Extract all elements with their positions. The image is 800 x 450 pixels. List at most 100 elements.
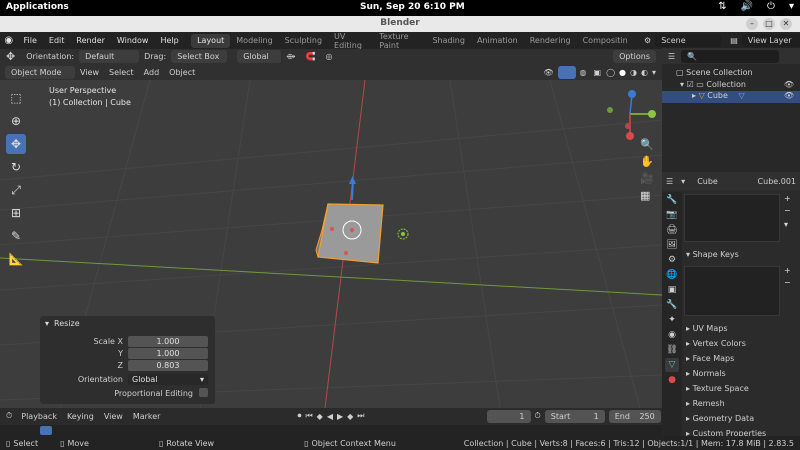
transform-orientation-dropdown[interactable]: Global <box>237 50 282 63</box>
x-handle-dot[interactable] <box>330 227 334 231</box>
maximize-button[interactable]: □ <box>763 18 775 30</box>
drag-dropdown[interactable]: Select Box <box>171 50 228 63</box>
rotate-tool-icon[interactable]: ↻ <box>6 157 26 177</box>
volume-icon[interactable]: 🔊 <box>741 1 753 12</box>
material-shading-icon[interactable]: ◑ <box>628 68 639 77</box>
world-tab-icon[interactable]: 🌐 <box>665 268 679 282</box>
menu-edit[interactable]: Edit <box>43 36 71 45</box>
annotate-tool-icon[interactable]: ✎ <box>6 226 26 246</box>
panel-face-maps[interactable]: ▸ Face Maps <box>686 354 734 363</box>
3d-viewport[interactable]: User Perspective (1) Collection | Cube ⬚… <box>0 80 662 408</box>
eye-icon[interactable]: 👁 <box>784 91 794 100</box>
proportional-editing-checkbox[interactable] <box>199 388 208 397</box>
cursor-tool-icon[interactable]: ⊕ <box>6 111 26 131</box>
vertex-groups-list[interactable] <box>684 194 780 242</box>
applications-menu[interactable]: Applications <box>6 2 69 12</box>
overlays-icon[interactable]: ◍ <box>576 68 591 77</box>
menu-render[interactable]: Render <box>70 36 110 45</box>
play-icon[interactable]: ▶ <box>335 412 345 421</box>
remove-vertex-group-icon[interactable]: − <box>784 206 791 215</box>
move-tool-icon[interactable]: ✥ <box>6 134 26 154</box>
pivot-icon[interactable]: ⟴ <box>281 52 300 61</box>
grid-view-icon[interactable]: ▦ <box>640 189 654 202</box>
view-menu[interactable]: View <box>99 412 128 421</box>
collection-checkbox-icon[interactable]: ☑ <box>687 80 694 89</box>
wireframe-shading-icon[interactable]: ◯ <box>604 68 617 77</box>
redo-panel-title[interactable]: Resize <box>54 319 80 328</box>
panel-vertex-colors[interactable]: ▸ Vertex Colors <box>686 339 746 348</box>
scale-y-field[interactable]: 1.000 <box>128 348 208 359</box>
prev-keyframe-icon[interactable]: ◆ <box>315 412 325 421</box>
outliner-search-input[interactable]: 🔍 <box>681 49 780 63</box>
tab-sculpting[interactable]: Sculpting <box>279 36 328 45</box>
scale-z-field[interactable]: 0.803 <box>128 360 208 371</box>
playback-menu[interactable]: Playback <box>16 412 62 421</box>
select-box-tool-icon[interactable]: ⬚ <box>6 88 26 108</box>
tab-uv-editing[interactable]: UV Editing <box>328 32 373 50</box>
scene-collection-item[interactable]: ▢ Scene Collection <box>676 68 753 77</box>
expand-icon[interactable]: ▾ <box>680 80 684 89</box>
menu-file[interactable]: File <box>18 36 43 45</box>
y-axis-icon[interactable] <box>648 110 656 118</box>
panel-texture-space[interactable]: ▸ Texture Space <box>686 384 749 393</box>
panel-normals[interactable]: ▸ Normals <box>686 369 726 378</box>
modifier-tab-icon[interactable]: 🔧 <box>665 298 679 312</box>
scale-tool-icon[interactable]: ⤢ <box>6 180 26 200</box>
tab-layout[interactable]: Layout <box>191 33 231 48</box>
jump-start-icon[interactable]: ⏮ <box>303 411 314 421</box>
menu-select[interactable]: Select <box>104 68 139 77</box>
cube-object[interactable] <box>317 203 384 264</box>
eye-icon[interactable]: 👁 <box>784 80 794 89</box>
move-tool-icon[interactable]: ✥ <box>0 50 21 63</box>
stopwatch-icon[interactable]: ⏱ <box>531 411 545 421</box>
tab-compositing[interactable]: Compositin <box>577 36 634 45</box>
menu-help[interactable]: Help <box>154 36 184 45</box>
cube-item[interactable]: ▸ ▽ Cube ▽ 👁 <box>662 91 800 103</box>
playhead[interactable] <box>40 426 52 435</box>
expand-icon[interactable]: ▸ <box>692 91 696 100</box>
object-tab-icon[interactable]: ▣ <box>665 283 679 297</box>
redo-panel-chevron-icon[interactable]: ▾ <box>45 319 49 328</box>
power-icon[interactable]: ⏻ <box>767 1 775 12</box>
zoom-icon[interactable]: 🔍 <box>640 138 654 151</box>
data-tab-icon[interactable]: ▽ <box>665 358 679 372</box>
properties-editor-icon[interactable]: ☰ <box>662 177 677 186</box>
rendered-shading-icon[interactable]: ◐ <box>639 68 650 77</box>
start-frame-field[interactable]: Start 1 <box>544 409 605 423</box>
close-button[interactable]: ✕ <box>780 18 792 30</box>
z-axis-icon[interactable] <box>628 90 636 98</box>
transform-tool-icon[interactable]: ⊞ <box>6 203 26 223</box>
scene-selector[interactable]: Scene <box>655 34 722 47</box>
pin-icon[interactable]: ▾ <box>677 177 689 186</box>
xray-icon[interactable]: ▣ <box>591 68 605 77</box>
tab-animation[interactable]: Animation <box>471 36 524 45</box>
output-tab-icon[interactable]: 🖨 <box>665 223 679 237</box>
z-arrow-icon[interactable] <box>349 176 356 184</box>
x-axis-icon[interactable] <box>626 132 634 140</box>
keying-menu[interactable]: Keying <box>62 412 99 421</box>
particles-tab-icon[interactable]: ✦ <box>665 313 679 327</box>
current-frame-field[interactable]: 1 <box>486 409 531 423</box>
material-tab-icon[interactable]: ● <box>665 373 679 387</box>
tab-texture-paint[interactable]: Texture Paint <box>373 32 426 50</box>
tool-tab-icon[interactable]: 🔧 <box>665 193 679 207</box>
add-vertex-group-icon[interactable]: + <box>784 194 791 203</box>
render-tab-icon[interactable]: 📷 <box>665 208 679 222</box>
shading-options-icon[interactable]: ▾ <box>650 68 662 77</box>
menu-add[interactable]: Add <box>139 68 165 77</box>
tab-modeling[interactable]: Modeling <box>230 36 278 45</box>
remove-shape-key-icon[interactable]: − <box>784 278 791 287</box>
jump-end-icon[interactable]: ⏭ <box>355 411 366 421</box>
panel-shape-keys[interactable]: ▾ Shape Keys <box>686 250 739 259</box>
tab-shading[interactable]: Shading <box>426 36 471 45</box>
panel-geometry-data[interactable]: ▸ Geometry Data <box>686 414 754 423</box>
timeline-editor-icon[interactable]: ⏱ <box>0 411 16 421</box>
view-layer-icon[interactable]: ▤ <box>726 36 742 45</box>
view-layer-selector[interactable]: View Layer <box>741 34 800 47</box>
orientation-dropdown[interactable]: Default <box>79 50 140 63</box>
play-reverse-icon[interactable]: ◀ <box>325 412 335 421</box>
pan-hand-icon[interactable]: ✋ <box>640 155 654 168</box>
view-layer-tab-icon[interactable]: 🖼 <box>665 238 679 252</box>
clock[interactable]: Sun, Sep 20 6:10 PM <box>360 2 465 12</box>
tab-rendering[interactable]: Rendering <box>524 36 577 45</box>
